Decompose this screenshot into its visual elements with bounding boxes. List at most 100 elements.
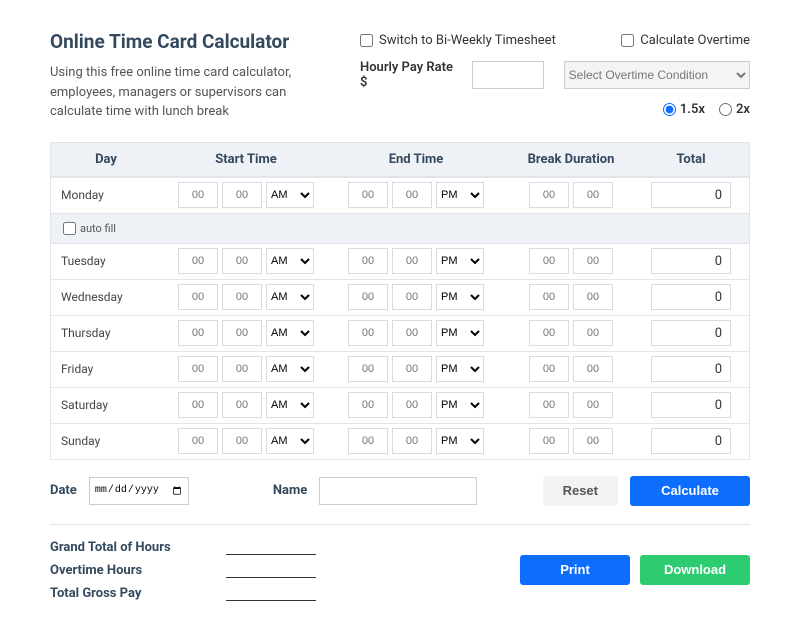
name-label: Name (273, 483, 307, 498)
table-row: Thursday AM PM 0 (51, 315, 749, 351)
radio-15x[interactable] (663, 103, 676, 116)
start-hour-input[interactable] (178, 248, 218, 274)
row-total: 0 (651, 320, 731, 346)
reset-button[interactable]: Reset (543, 476, 618, 506)
gross-pay-label: Total Gross Pay (50, 586, 210, 601)
date-label: Date (50, 483, 77, 498)
break-hour-input[interactable] (529, 356, 569, 382)
break-hour-input[interactable] (529, 428, 569, 454)
end-minute-input[interactable] (392, 392, 432, 418)
start-minute-input[interactable] (222, 284, 262, 310)
row-total: 0 (651, 392, 731, 418)
end-hour-input[interactable] (348, 182, 388, 208)
start-hour-input[interactable] (178, 392, 218, 418)
download-button[interactable]: Download (640, 555, 750, 585)
break-hour-input[interactable] (529, 320, 569, 346)
start-ampm-select[interactable]: AM (266, 356, 314, 382)
end-hour-input[interactable] (348, 356, 388, 382)
end-minute-input[interactable] (392, 356, 432, 382)
radio-15x-label[interactable]: 1.5x (663, 102, 705, 117)
break-hour-input[interactable] (529, 248, 569, 274)
end-hour-input[interactable] (348, 320, 388, 346)
col-end: End Time (331, 152, 501, 167)
end-ampm-select[interactable]: PM (436, 356, 484, 382)
gross-pay-value (226, 585, 316, 601)
break-hour-input[interactable] (529, 392, 569, 418)
day-cell: Wednesday (51, 290, 161, 304)
radio-2x-text: 2x (736, 102, 750, 117)
hourly-pay-input[interactable] (472, 61, 544, 89)
break-minute-input[interactable] (573, 392, 613, 418)
radio-2x[interactable] (719, 103, 732, 116)
start-hour-input[interactable] (178, 182, 218, 208)
grand-total-label: Grand Total of Hours (50, 540, 210, 555)
break-hour-input[interactable] (529, 284, 569, 310)
start-ampm-select[interactable]: AM (266, 182, 314, 208)
break-minute-input[interactable] (573, 248, 613, 274)
autofill-checkbox[interactable] (63, 222, 76, 235)
radio-2x-label[interactable]: 2x (719, 102, 750, 117)
autofill-label[interactable]: auto fill (63, 222, 116, 235)
print-button[interactable]: Print (520, 555, 630, 585)
end-ampm-select[interactable]: PM (436, 392, 484, 418)
switch-biweekly-label[interactable]: Switch to Bi-Weekly Timesheet (360, 33, 556, 48)
start-minute-input[interactable] (222, 182, 262, 208)
end-minute-input[interactable] (392, 248, 432, 274)
break-minute-input[interactable] (573, 356, 613, 382)
end-ampm-select[interactable]: PM (436, 182, 484, 208)
start-ampm-select[interactable]: AM (266, 284, 314, 310)
start-hour-input[interactable] (178, 356, 218, 382)
table-row: Wednesday AM PM 0 (51, 279, 749, 315)
end-ampm-select[interactable]: PM (436, 428, 484, 454)
break-hour-input[interactable] (529, 182, 569, 208)
break-minute-input[interactable] (573, 182, 613, 208)
end-minute-input[interactable] (392, 428, 432, 454)
autofill-text: auto fill (80, 222, 116, 235)
overtime-hours-label: Overtime Hours (50, 563, 210, 578)
day-cell: Sunday (51, 434, 161, 448)
break-minute-input[interactable] (573, 320, 613, 346)
start-hour-input[interactable] (178, 320, 218, 346)
start-minute-input[interactable] (222, 428, 262, 454)
start-minute-input[interactable] (222, 320, 262, 346)
end-minute-input[interactable] (392, 182, 432, 208)
start-minute-input[interactable] (222, 248, 262, 274)
row-total: 0 (651, 356, 731, 382)
row-total: 0 (651, 182, 731, 208)
start-ampm-select[interactable]: AM (266, 392, 314, 418)
end-hour-input[interactable] (348, 248, 388, 274)
calc-overtime-label[interactable]: Calculate Overtime (621, 33, 750, 48)
name-input[interactable] (319, 477, 477, 505)
start-minute-input[interactable] (222, 392, 262, 418)
calc-overtime-checkbox[interactable] (621, 34, 634, 47)
end-hour-input[interactable] (348, 284, 388, 310)
col-break: Break Duration (501, 152, 641, 167)
end-ampm-select[interactable]: PM (436, 320, 484, 346)
switch-biweekly-checkbox[interactable] (360, 34, 373, 47)
break-minute-input[interactable] (573, 284, 613, 310)
end-ampm-select[interactable]: PM (436, 248, 484, 274)
end-hour-input[interactable] (348, 428, 388, 454)
end-minute-input[interactable] (392, 284, 432, 310)
break-minute-input[interactable] (573, 428, 613, 454)
start-ampm-select[interactable]: AM (266, 428, 314, 454)
row-total: 0 (651, 428, 731, 454)
day-cell: Saturday (51, 398, 161, 412)
switch-biweekly-text: Switch to Bi-Weekly Timesheet (379, 33, 556, 48)
overtime-hours-value (226, 562, 316, 578)
date-input[interactable] (89, 477, 189, 505)
day-cell: Tuesday (51, 254, 161, 268)
start-ampm-select[interactable]: AM (266, 320, 314, 346)
col-day: Day (51, 152, 161, 167)
end-minute-input[interactable] (392, 320, 432, 346)
start-hour-input[interactable] (178, 428, 218, 454)
start-hour-input[interactable] (178, 284, 218, 310)
end-hour-input[interactable] (348, 392, 388, 418)
start-ampm-select[interactable]: AM (266, 248, 314, 274)
table-row: Friday AM PM 0 (51, 351, 749, 387)
table-row: Tuesday AM PM 0 (51, 243, 749, 279)
overtime-condition-select[interactable]: Select Overtime Condition (564, 61, 750, 89)
start-minute-input[interactable] (222, 356, 262, 382)
end-ampm-select[interactable]: PM (436, 284, 484, 310)
calculate-button[interactable]: Calculate (630, 476, 750, 506)
